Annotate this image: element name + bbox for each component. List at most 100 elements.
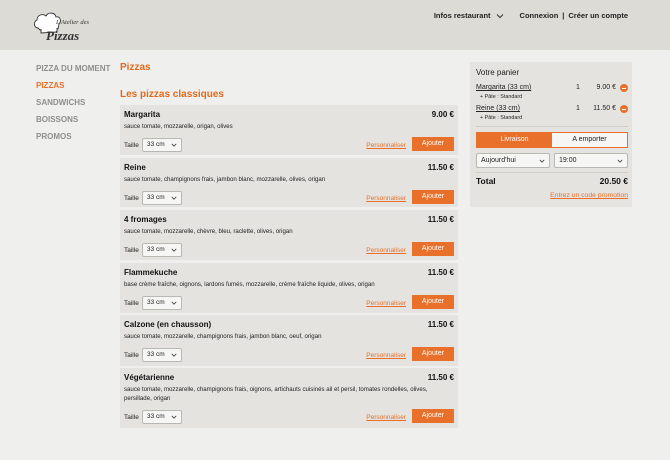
add-button[interactable]: Ajouter — [412, 242, 454, 256]
minus-circle-icon[interactable] — [620, 105, 628, 113]
product-description: sauce tomate, champignons frais, jambon … — [124, 176, 326, 183]
size-value: 33 cm — [147, 413, 165, 420]
product-name: Margarita — [124, 110, 161, 119]
cart-item: Reine (33 cm) + Pâte : Standard 1 11.50 … — [476, 105, 628, 125]
cart-item-option: + Pâte : Standard — [480, 115, 523, 121]
size-value: 33 cm — [147, 141, 165, 148]
product-card: Flammekuche 11.50 € base crème fraîche, … — [120, 263, 458, 313]
minus-circle-icon[interactable] — [620, 84, 628, 92]
day-value: Aujourd'hui — [481, 157, 516, 164]
product-card: Végétarienne 11.50 € sauce tomate, mozza… — [120, 368, 458, 428]
product-description: sauce tomate, mozzarelle, champignons fr… — [124, 386, 428, 402]
divider — [476, 126, 628, 127]
chevron-down-icon — [171, 301, 177, 305]
product-name: Végétarienne — [124, 373, 175, 382]
product-card: Margarita 9.00 € sauce tomate, mozzarell… — [120, 105, 458, 155]
size-select[interactable]: 33 cm — [142, 348, 182, 362]
sidebar-item-sandwichs[interactable]: SANDWICHS — [36, 98, 116, 115]
product-options: Taille 33 cm Personnaliser Ajouter — [120, 137, 458, 155]
product-description: sauce tomate, mozzarelle, origan, olives — [124, 123, 233, 130]
size-label: Taille — [124, 300, 139, 307]
promo-code-link[interactable]: Entrez un code promotion — [550, 192, 628, 199]
login-link[interactable]: Connexion — [520, 11, 559, 20]
day-select[interactable]: Aujourd'hui — [476, 153, 550, 168]
total-label: Total — [476, 176, 496, 186]
size-select[interactable]: 33 cm — [142, 243, 182, 257]
add-button[interactable]: Ajouter — [412, 347, 454, 361]
chevron-down-icon — [496, 13, 503, 18]
chevron-down-icon — [171, 143, 177, 147]
add-button[interactable]: Ajouter — [412, 137, 454, 151]
size-label: Taille — [124, 247, 139, 254]
size-select[interactable]: 33 cm — [142, 410, 182, 424]
infos-restaurant-menu[interactable]: Infos restaurant — [434, 11, 504, 20]
product-name: Calzone (en chausson) — [124, 320, 212, 329]
register-link[interactable]: Créer un compte — [568, 11, 628, 20]
add-button[interactable]: Ajouter — [412, 190, 454, 204]
size-label: Taille — [124, 352, 139, 359]
chevron-down-icon — [171, 353, 177, 357]
customize-link[interactable]: Personnaliser — [366, 300, 406, 307]
size-value: 33 cm — [147, 351, 165, 358]
sidebar-item-promos[interactable]: PROMOS — [36, 132, 116, 149]
product-price: 11.50 € — [427, 320, 454, 329]
product-description: base crème fraîche, oignons, lardons fum… — [124, 281, 375, 288]
product-price: 11.50 € — [427, 373, 454, 382]
add-button[interactable]: Ajouter — [412, 295, 454, 309]
size-value: 33 cm — [147, 246, 165, 253]
infos-restaurant-label: Infos restaurant — [433, 11, 491, 20]
logo-title: Pizzas — [46, 28, 79, 43]
cart-item-option: + Pâte : Standard — [480, 94, 523, 100]
product-options: Taille 33 cm Personnaliser Ajouter — [120, 242, 458, 260]
product-price: 11.50 € — [427, 163, 454, 172]
site-logo[interactable]: L'Atelier des Pizzas — [32, 8, 92, 44]
delivery-option[interactable]: Livraison — [477, 133, 552, 147]
product-price: 9.00 € — [431, 110, 454, 119]
customize-link[interactable]: Personnaliser — [366, 414, 406, 421]
product-options: Taille 33 cm Personnaliser Ajouter — [120, 295, 458, 313]
chef-hat-icon: L'Atelier des Pizzas — [34, 12, 89, 43]
size-value: 33 cm — [147, 194, 165, 201]
cart-panel: Votre panier Margarita (33 cm) + Pâte : … — [470, 62, 632, 207]
nav-separator: | — [562, 11, 565, 20]
add-button[interactable]: Ajouter — [412, 409, 454, 423]
cart-item-qty: 1 — [576, 84, 580, 91]
product-name: Reine — [124, 163, 146, 172]
product-price: 11.50 € — [427, 215, 454, 224]
size-label: Taille — [124, 142, 139, 149]
product-name: Flammekuche — [124, 268, 178, 277]
cart-item-name[interactable]: Reine (33 cm) — [476, 105, 520, 112]
product-price: 11.50 € — [427, 268, 454, 277]
size-select[interactable]: 33 cm — [142, 138, 182, 152]
takeaway-option[interactable]: A emporter — [552, 133, 627, 147]
total-value: 20.50 € — [599, 176, 628, 186]
sidebar-item-boissons[interactable]: BOISSONS — [36, 115, 116, 132]
product-name: 4 fromages — [124, 215, 167, 224]
cart-item-name[interactable]: Margarita (33 cm) — [476, 84, 531, 91]
top-header: L'Atelier des Pizzas Infos restaurant Co… — [0, 0, 670, 50]
customize-link[interactable]: Personnaliser — [366, 352, 406, 359]
chevron-down-icon — [539, 159, 545, 163]
size-select[interactable]: 33 cm — [142, 191, 182, 205]
chevron-down-icon — [171, 248, 177, 252]
customize-link[interactable]: Personnaliser — [366, 142, 406, 149]
cart-item-qty: 1 — [576, 105, 580, 112]
main-content: Pizzas Les pizzas classiques — [120, 60, 458, 110]
time-select[interactable]: 19:00 — [554, 153, 628, 168]
cart-title: Votre panier — [476, 68, 520, 77]
size-label: Taille — [124, 195, 139, 202]
cart-item: Margarita (33 cm) + Pâte : Standard 1 9.… — [476, 84, 628, 104]
size-select[interactable]: 33 cm — [142, 296, 182, 310]
sidebar-item-pizzas[interactable]: PIZZAS — [36, 81, 116, 98]
product-description: sauce tomate, mozzarelle, champignons fr… — [124, 333, 322, 340]
customize-link[interactable]: Personnaliser — [366, 247, 406, 254]
product-card: Calzone (en chausson) 11.50 € sauce toma… — [120, 315, 458, 366]
delivery-mode-toggle: Livraison A emporter — [476, 132, 628, 148]
size-label: Taille — [124, 414, 139, 421]
logo-subtitle: L'Atelier des — [55, 19, 89, 26]
product-options: Taille 33 cm Personnaliser Ajouter — [120, 190, 458, 208]
customize-link[interactable]: Personnaliser — [366, 195, 406, 202]
cart-item-price: 9.00 € — [596, 84, 616, 91]
sidebar-item-pizza-du-moment[interactable]: PIZZA DU MOMENT — [36, 64, 116, 81]
product-options: Taille 33 cm Personnaliser Ajouter — [120, 409, 458, 427]
